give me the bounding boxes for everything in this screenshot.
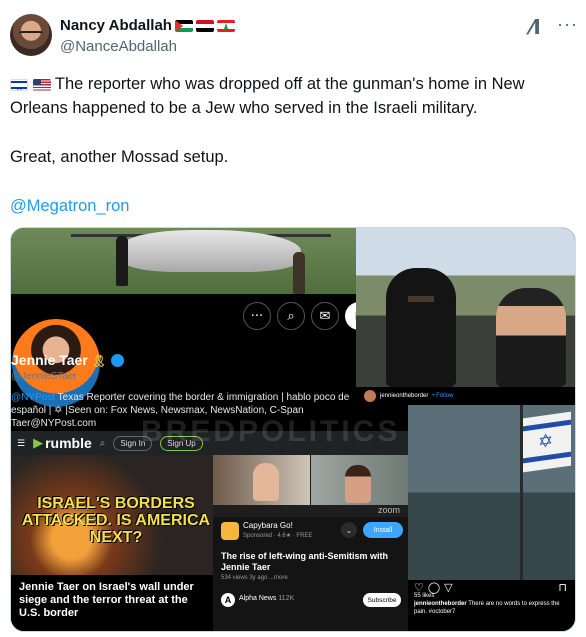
- install-button: Install: [363, 522, 403, 538]
- tweet-line-1: The reporter who was dropped off at the …: [10, 75, 525, 117]
- ribbon-icon: 🎗: [91, 354, 107, 368]
- ad-sponsored: Sponsored · 4.6★ · FREE: [243, 533, 313, 539]
- profile-name: Jennie Taer 🎗: [11, 352, 124, 368]
- author-handle[interactable]: @NanceAbdallah: [60, 38, 177, 55]
- verified-icon: [110, 354, 124, 367]
- zoom-call-thumbnail: zoom: [213, 455, 408, 517]
- video-title: The rise of left-wing anti-Semitism with…: [221, 551, 389, 572]
- zoom-label: zoom: [377, 505, 400, 515]
- rumble-video-title: Jennie Taer on Israel's wall under siege…: [11, 575, 213, 631]
- bookmark-icon: ⊓: [558, 581, 571, 594]
- channel-name: Alpha News 112K: [239, 595, 295, 602]
- thumbnail-headline: ISRAEL'S BORDERS ATTACKED. IS AMERICA NE…: [21, 495, 211, 546]
- flag-palestine-icon: [174, 19, 193, 32]
- helicopter-photo: [11, 228, 356, 294]
- flag-usa-icon: [32, 78, 51, 91]
- flag-lebanon-icon: [216, 19, 235, 32]
- message-icon: ✉: [311, 302, 339, 330]
- flag-israel-icon: [10, 78, 28, 91]
- search-icon: ⌕: [99, 437, 106, 449]
- more-icon: ···: [243, 302, 271, 330]
- profile-handle: @JennieSTaer: [11, 371, 77, 382]
- search-icon: ⌕: [277, 302, 305, 330]
- tweet-text: The reporter who was dropped off at the …: [10, 72, 570, 218]
- video-meta: 534 views 3y ago ...more: [221, 575, 288, 581]
- watermark: BREDPOLITICS: [141, 415, 401, 448]
- media-image[interactable]: ··· ⌕ ✉ Fo Jennie Taer 🎗 @JennieSTaer @N…: [10, 227, 576, 632]
- instagram-post-footer: ♡◯▽ ⊓ 55 likes jennieontheborder There a…: [408, 580, 575, 631]
- rumble-logo: ▶ rumble: [33, 435, 92, 451]
- menu-icon: ☰: [17, 437, 26, 448]
- tweet-line-2: Great, another Mossad setup.: [10, 148, 229, 166]
- more-options-icon[interactable]: ···: [557, 14, 578, 35]
- rumble-thumbnail: ISRAEL'S BORDERS ATTACKED. IS AMERICA NE…: [11, 455, 213, 575]
- subscribe-button: Subscribe: [363, 593, 401, 607]
- app-icon: [221, 522, 239, 540]
- soldiers-photo: [356, 228, 575, 387]
- flag-egypt-icon: [195, 19, 214, 32]
- author-display-name[interactable]: Nancy Abdallah: [60, 17, 172, 34]
- israel-flag-photo: [408, 405, 575, 580]
- instagram-post-header: jennieontheborder • Follow: [356, 387, 575, 405]
- author-avatar[interactable]: [10, 14, 52, 56]
- author-name-row: Nancy Abdallah: [60, 17, 235, 34]
- like-comment-share-icons: ♡◯▽: [414, 581, 457, 594]
- youtube-video-info: Capybara Go! Sponsored · 4.6★ · FREE ⌄ I…: [213, 517, 408, 631]
- instagram-caption: jennieontheborder There are no words to …: [414, 601, 560, 615]
- grok-icon[interactable]: ⁄I: [530, 15, 541, 39]
- channel-avatar: A: [221, 593, 235, 607]
- israel-flag-icon: [523, 411, 571, 473]
- ad-app-name: Capybara Go!: [243, 521, 293, 530]
- x-profile-screenshot: ··· ⌕ ✉ Fo Jennie Taer 🎗 @JennieSTaer @N…: [11, 294, 385, 431]
- avatar: [364, 390, 376, 402]
- mention-link[interactable]: @Megatron_ron: [10, 197, 129, 215]
- chevron-down-icon: ⌄: [341, 522, 357, 538]
